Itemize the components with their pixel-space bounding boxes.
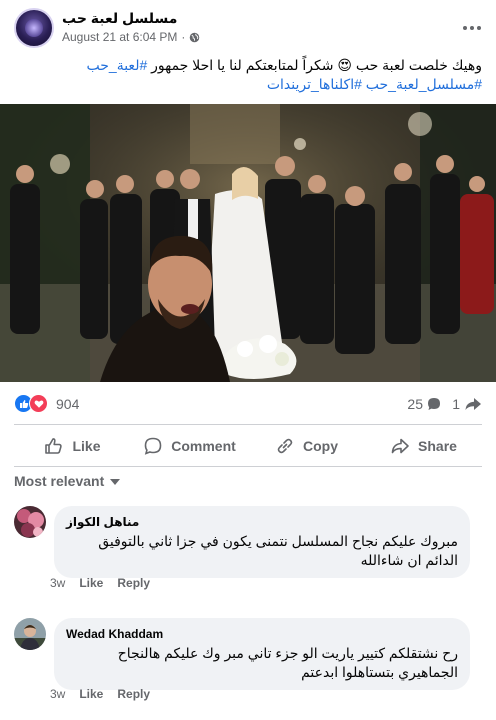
page-name[interactable]: مسلسل لعبة حب <box>62 10 177 27</box>
copy-button[interactable]: Copy <box>248 428 365 464</box>
post-text: وهيك خلصت لعبة حب 😍 شكراً لمتابعتكم لنا … <box>14 56 482 94</box>
comment-actions: 3w Like Reply <box>50 687 150 701</box>
like-button-label: Like <box>72 438 101 454</box>
share-count-value: 1 <box>452 396 460 412</box>
comment-like-button[interactable]: Like <box>79 576 103 590</box>
link-icon <box>277 438 293 454</box>
comment-button[interactable]: Comment <box>131 428 248 464</box>
divider-top <box>14 424 482 425</box>
commenter-avatar[interactable] <box>14 618 46 650</box>
avatar-emblem <box>25 19 43 37</box>
post-meta: August 21 at 6:04 PM · <box>62 30 200 44</box>
like-button[interactable]: Like <box>14 428 131 464</box>
post-actions: Like Comment Copy Share <box>14 428 482 464</box>
comment-bubble-icon <box>428 398 440 410</box>
comment-reply-button[interactable]: Reply <box>117 576 150 590</box>
comment-reply-button[interactable]: Reply <box>117 687 150 701</box>
comment-time[interactable]: 3w <box>50 576 65 590</box>
post-text-line-2: #مسلسل_لعبة_حب #اكلناها_تريندات <box>14 75 482 94</box>
comment-count-value: 25 <box>407 396 423 412</box>
comment-bubble: مناهل الكواز مبروك عليكم نجاح المسلسل نت… <box>54 506 470 578</box>
reaction-count[interactable]: 904 <box>56 396 79 412</box>
comment-filter-label: Most relevant <box>14 473 105 489</box>
post-header: مسلسل لعبة حب August 21 at 6:04 PM · <box>14 8 484 52</box>
page-avatar[interactable] <box>14 8 54 48</box>
comment-button-label: Comment <box>171 438 236 454</box>
reactions-summary: 904 25 1 <box>14 392 482 416</box>
post-text-main: وهيك خلصت لعبة حب 😍 شكراً لمتابعتكم لنا … <box>151 57 482 73</box>
comment-text: رح نشتقلكم كتيير ياريت الو جزء تاني مبر … <box>117 645 458 680</box>
copy-button-label: Copy <box>303 438 338 454</box>
comment-time[interactable]: 3w <box>50 687 65 701</box>
more-options-icon[interactable] <box>460 18 484 38</box>
post-text-line-1: وهيك خلصت لعبة حب 😍 شكراً لمتابعتكم لنا … <box>14 56 482 75</box>
comment-like-button[interactable]: Like <box>79 687 103 701</box>
share-button[interactable]: Share <box>365 428 482 464</box>
comment-icon <box>144 437 162 455</box>
comment-bubble: Wedad Khaddam رح نشتقلكم كتيير ياريت الو… <box>54 618 470 690</box>
thumbs-up-icon <box>45 438 63 454</box>
comment-actions: 3w Like Reply <box>50 576 150 590</box>
wedding-group-photo <box>0 104 496 382</box>
comment-item: مناهل الكواز مبروك عليكم نجاح المسلسل نت… <box>14 506 484 578</box>
hashtag-link-1[interactable]: #لعبة_حب <box>87 57 148 73</box>
comment-author[interactable]: Wedad Khaddam <box>66 626 458 642</box>
reaction-icons[interactable] <box>14 394 50 414</box>
commenter-avatar[interactable] <box>14 506 46 538</box>
comment-filter[interactable]: Most relevant <box>14 473 121 489</box>
comment-item: Wedad Khaddam رح نشتقلكم كتيير ياريت الو… <box>14 618 484 690</box>
share-arrow-icon <box>465 398 481 410</box>
comment-author[interactable]: مناهل الكواز <box>66 514 458 530</box>
post-photo[interactable] <box>0 104 496 382</box>
love-reaction-icon <box>29 394 48 413</box>
comment-text: مبروك عليكم نجاح المسلسل نتمنى يكون في ج… <box>98 533 458 568</box>
divider-bottom <box>14 466 482 467</box>
hashtag-link-2[interactable]: #مسلسل_لعبة_حب <box>366 76 482 92</box>
share-count[interactable]: 1 <box>452 396 482 412</box>
meta-separator: · <box>181 30 186 44</box>
globe-icon <box>190 32 200 42</box>
share-icon <box>391 438 409 454</box>
hashtag-link-3[interactable]: #اكلناها_تريندات <box>267 76 362 92</box>
share-button-label: Share <box>418 438 457 454</box>
chevron-down-icon <box>110 479 121 485</box>
comment-count[interactable]: 25 <box>407 396 442 412</box>
post-timestamp[interactable]: August 21 at 6:04 PM <box>62 30 177 44</box>
